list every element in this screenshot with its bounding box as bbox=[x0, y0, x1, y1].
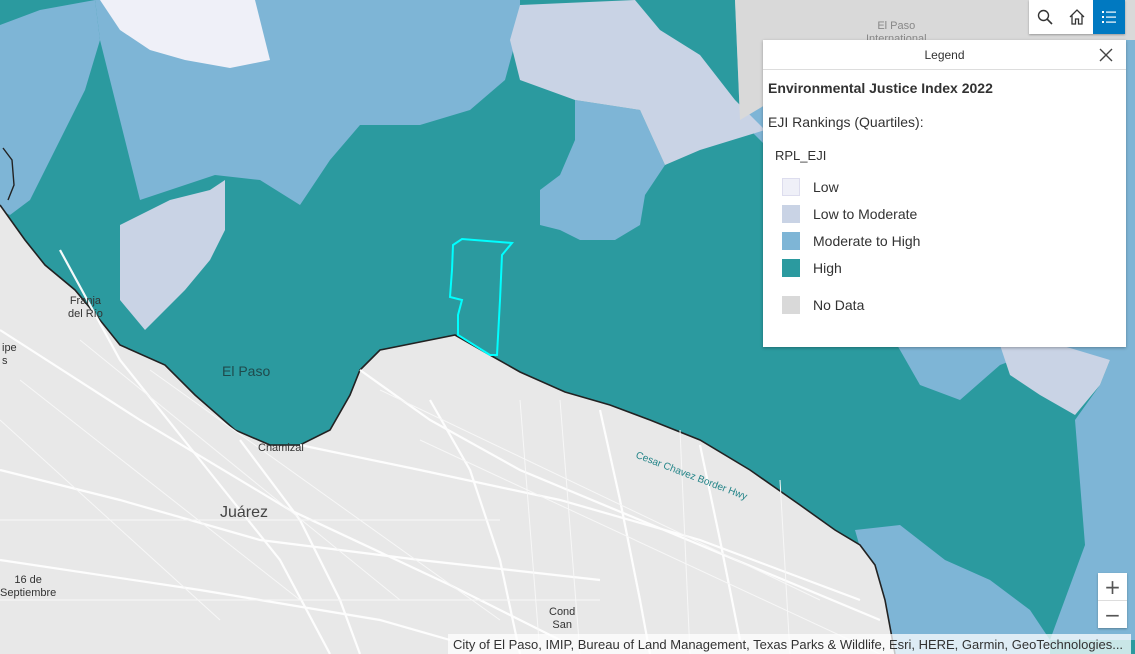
legend-subtitle: EJI Rankings (Quartiles): bbox=[768, 114, 924, 130]
legend-item-low: Low bbox=[763, 173, 1126, 200]
map-attribution[interactable]: City of El Paso, IMIP, Bureau of Land Ma… bbox=[448, 634, 1131, 654]
zoom-out-button[interactable]: − bbox=[1098, 600, 1127, 628]
legend-list-icon bbox=[1102, 11, 1116, 23]
legend-swatch bbox=[782, 258, 800, 277]
map-label-cond-san: Cond San bbox=[549, 606, 576, 631]
legend-item-high: High bbox=[763, 254, 1126, 281]
map-label-16-septiembre: 16 de Septiembre bbox=[0, 574, 57, 599]
search-button[interactable] bbox=[1029, 0, 1061, 34]
home-button[interactable] bbox=[1061, 0, 1093, 34]
zoom-in-button[interactable]: + bbox=[1098, 573, 1127, 600]
legend-list: Low Low to Moderate Moderate to High Hig… bbox=[763, 173, 1126, 318]
legend-layer-title: Environmental Justice Index 2022 bbox=[768, 80, 993, 96]
close-icon[interactable] bbox=[1098, 47, 1114, 63]
legend-header-title: Legend bbox=[924, 47, 965, 62]
legend-item-label: Low bbox=[813, 178, 839, 195]
map-toolbar bbox=[1029, 0, 1125, 34]
legend-swatch bbox=[782, 231, 800, 250]
legend-swatch bbox=[782, 295, 800, 314]
legend-item-no-data: No Data bbox=[763, 291, 1126, 318]
map-label-franja: Franja del Río bbox=[68, 295, 103, 320]
map-label-el-paso: El Paso bbox=[222, 363, 271, 379]
map-label-felipe: ipe s bbox=[2, 342, 17, 367]
legend-item-label: Moderate to High bbox=[813, 232, 921, 249]
map-label-chamizal: Chamizal bbox=[258, 442, 304, 454]
home-icon bbox=[1069, 9, 1085, 25]
legend-panel: Legend Environmental Justice Index 2022 … bbox=[763, 40, 1126, 347]
map-label-juarez: Juárez bbox=[220, 504, 269, 521]
zoom-controls: + − bbox=[1098, 573, 1127, 628]
legend-button[interactable] bbox=[1093, 0, 1125, 34]
legend-swatch bbox=[782, 177, 800, 196]
legend-item-label: Low to Moderate bbox=[813, 205, 918, 222]
legend-item-low-moderate: Low to Moderate bbox=[763, 200, 1126, 227]
legend-header: Legend bbox=[763, 40, 1126, 70]
legend-item-label: High bbox=[813, 259, 842, 276]
legend-swatch bbox=[782, 204, 800, 223]
legend-item-label: No Data bbox=[813, 296, 865, 313]
search-icon bbox=[1037, 9, 1053, 25]
legend-item-moderate-high: Moderate to High bbox=[763, 227, 1126, 254]
legend-field-name: RPL_EJI bbox=[775, 148, 827, 163]
